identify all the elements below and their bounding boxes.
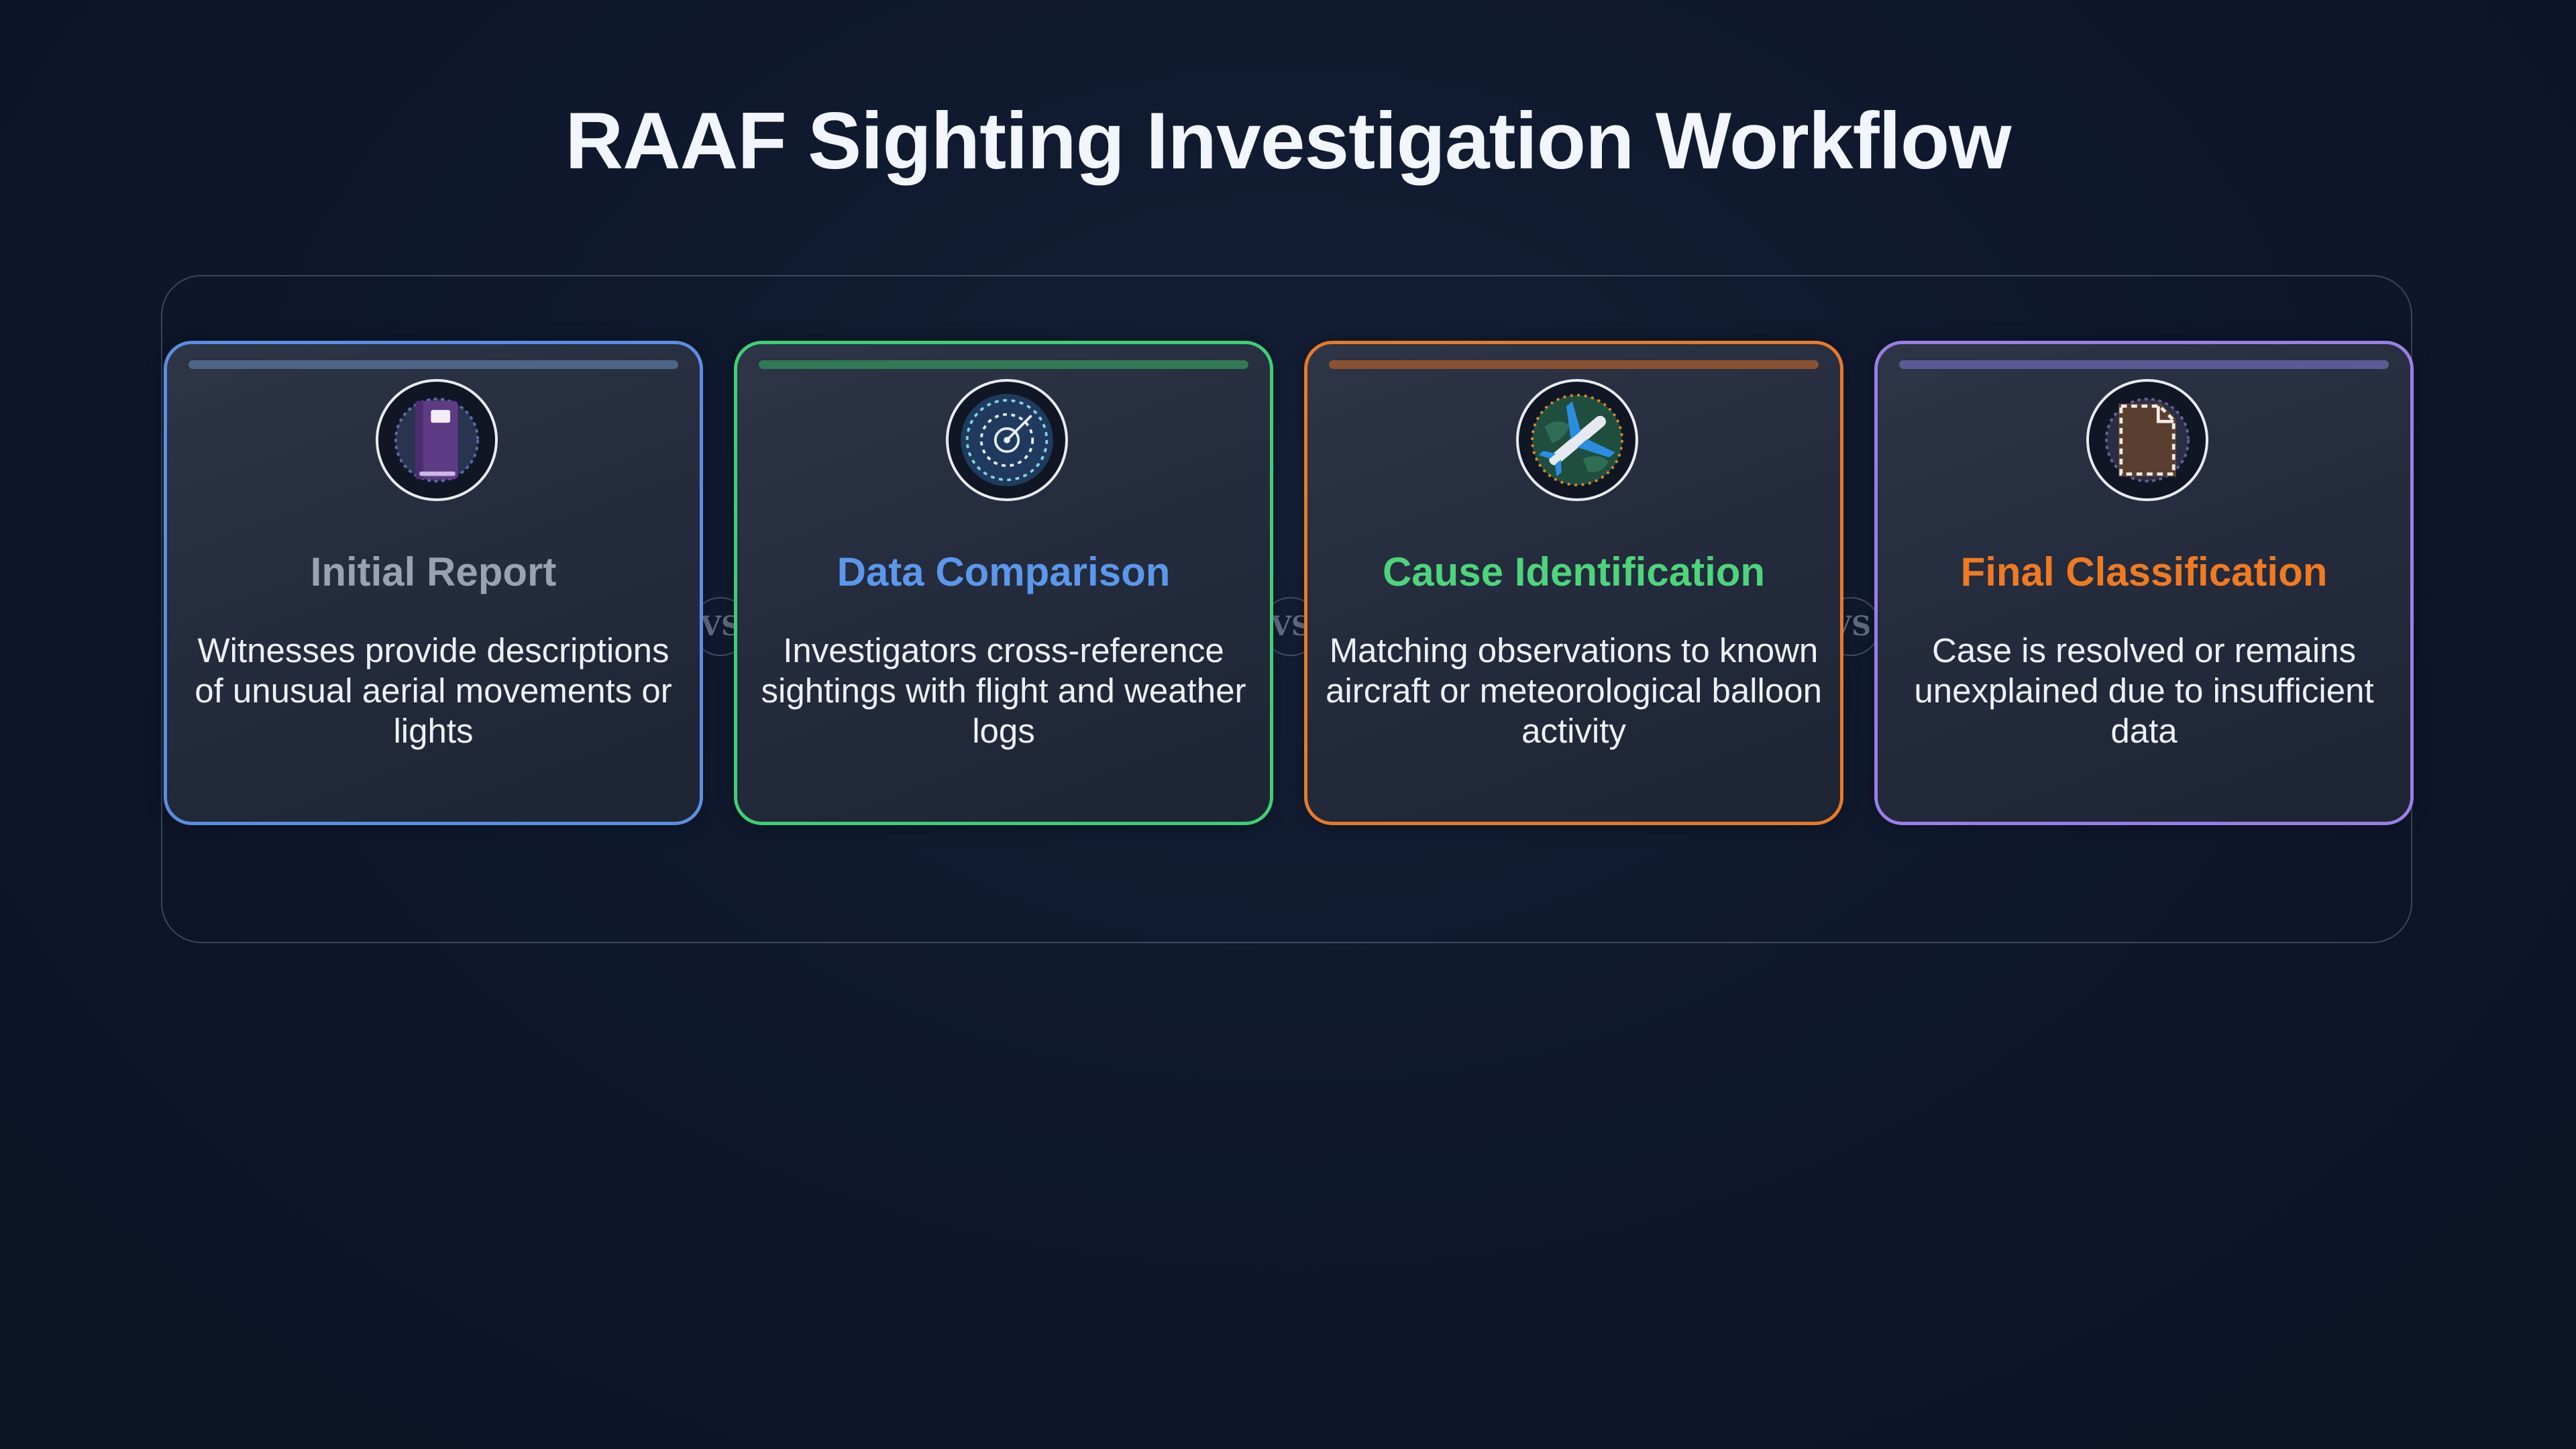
step-card-initial-report: Initial Report Witnesses provide descrip… [164, 341, 703, 825]
card-accent-bar [759, 360, 1248, 369]
card-accent-bar [1329, 360, 1819, 369]
radar-icon [946, 379, 1068, 501]
step-title: Initial Report [310, 549, 557, 594]
step-card-data-comparison: Data Comparison Investigators cross-refe… [734, 341, 1273, 825]
airplane-globe-icon [1516, 379, 1638, 501]
notebook-icon [376, 379, 498, 501]
card-accent-bar [189, 360, 678, 369]
document-icon [2086, 379, 2208, 501]
step-description: Matching observations to known aircraft … [1326, 631, 1822, 750]
card-accent-bar [1899, 360, 2389, 369]
step-title: Final Classification [1960, 549, 2328, 594]
step-description: Investigators cross-reference sightings … [761, 631, 1246, 750]
step-title: Data Comparison [837, 549, 1171, 594]
page-title: RAAF Sighting Investigation Workflow [565, 96, 2011, 186]
step-card-final-classification: Final Classification Case is resolved or… [1874, 341, 2414, 825]
step-description: Witnesses provide descriptions of unusua… [195, 631, 672, 750]
step-card-cause-identification: Cause Identification Matching observatio… [1304, 341, 1843, 825]
step-title: Cause Identification [1382, 549, 1766, 594]
step-description: Case is resolved or remains unexplained … [1914, 631, 2374, 750]
